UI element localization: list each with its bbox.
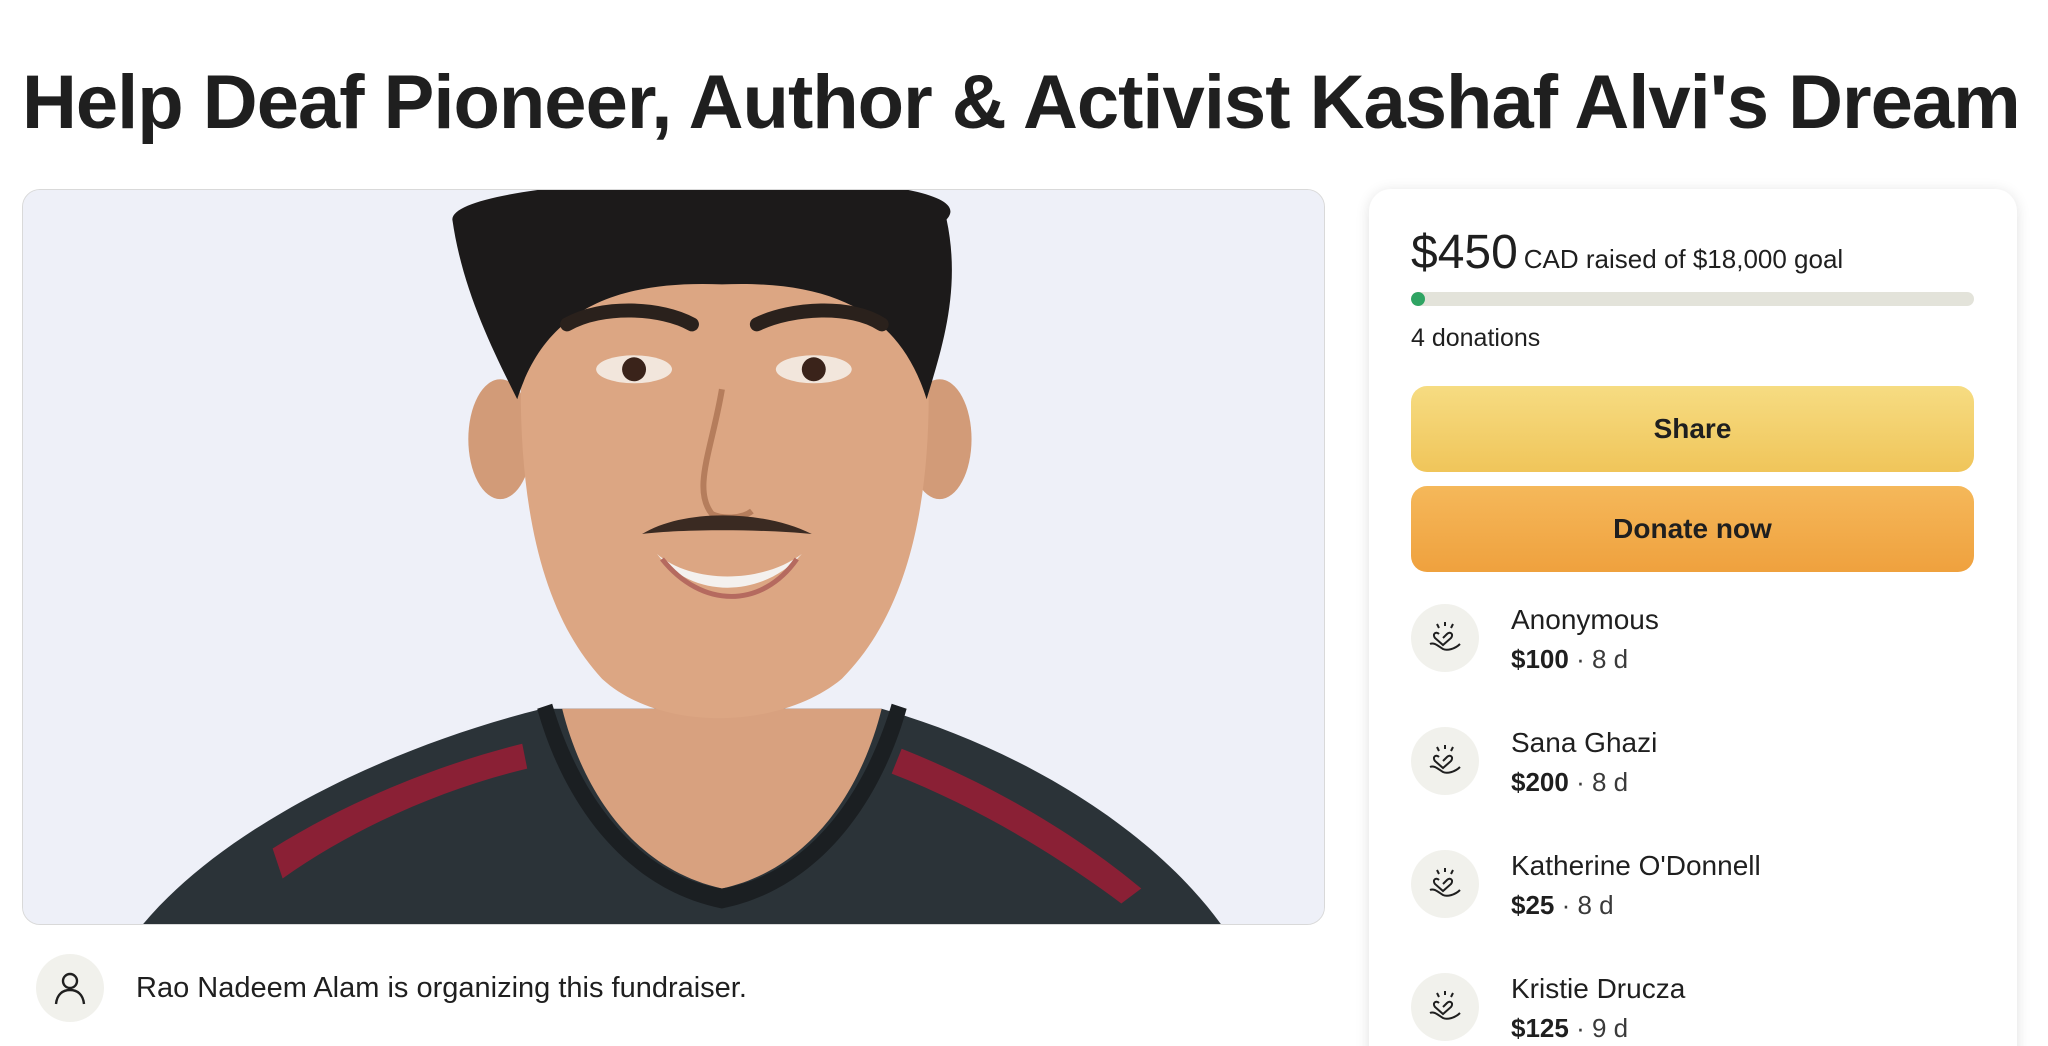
person-icon: [36, 954, 104, 1022]
donor-item: Kristie Drucza $125 · 9 d: [1411, 973, 1971, 1046]
heart-hand-icon: [1411, 727, 1479, 795]
raised-summary: $450 CAD raised of $18,000 goal: [1411, 225, 1843, 280]
heart-hand-icon: [1411, 604, 1479, 672]
progress-bar: [1411, 292, 1974, 306]
donor-amount: $125: [1511, 1013, 1569, 1043]
donor-meta: $25 · 8 d: [1511, 890, 1614, 920]
heart-hand-icon: [1411, 850, 1479, 918]
donor-name: Sana Ghazi: [1511, 727, 1658, 758]
organizer-row: Rao Nadeem Alam is organizing this fundr…: [36, 954, 1191, 1046]
donor-item: Anonymous $100 · 8 d: [1411, 604, 1971, 694]
donor-time: 8 d: [1591, 767, 1629, 797]
donor-time: 8 d: [1577, 890, 1614, 920]
donor-meta: $200 · 8 d: [1511, 767, 1629, 797]
donor-amount: $25: [1511, 890, 1555, 920]
donor-name: Katherine O'Donnell: [1511, 850, 1761, 881]
donor-amount: $200: [1511, 767, 1569, 797]
page-title: Help Deaf Pioneer, Author & Activist Kas…: [22, 60, 2021, 145]
donation-card: $450 CAD raised of $18,000 goal 4 donatio…: [1369, 189, 2017, 1046]
donor-item: Sana Ghazi $200 · 8 d: [1411, 727, 1971, 817]
donor-time: 8 d: [1591, 644, 1629, 674]
donate-now-button[interactable]: Donate now: [1411, 486, 1974, 572]
donor-name: Kristie Drucza: [1511, 973, 1686, 1004]
hero-image[interactable]: [22, 189, 1325, 925]
share-button[interactable]: Share: [1411, 386, 1974, 472]
donor-amount: $100: [1511, 644, 1569, 674]
donations-count: 4 donations: [1411, 324, 1541, 352]
raised-goal-text: CAD raised of $18,000 goal: [1523, 244, 1844, 274]
progress-fill: [1411, 292, 1426, 306]
portrait-image: [23, 190, 1324, 924]
donor-name: Anonymous: [1511, 604, 1659, 635]
donor-meta: $125 · 9 d: [1511, 1013, 1629, 1043]
donor-time: 9 d: [1591, 1013, 1629, 1043]
raised-amount: $450: [1411, 226, 1518, 279]
heart-hand-icon: [1411, 973, 1479, 1041]
donor-item: Katherine O'Donnell $25 · 8 d: [1411, 850, 1971, 940]
organizer-text: Rao Nadeem Alam is organizing this fundr…: [136, 972, 747, 1004]
fundraiser-page: Help Deaf Pioneer, Author & Activist Kas…: [0, 0, 2048, 1046]
donor-meta: $100 · 8 d: [1511, 644, 1629, 674]
